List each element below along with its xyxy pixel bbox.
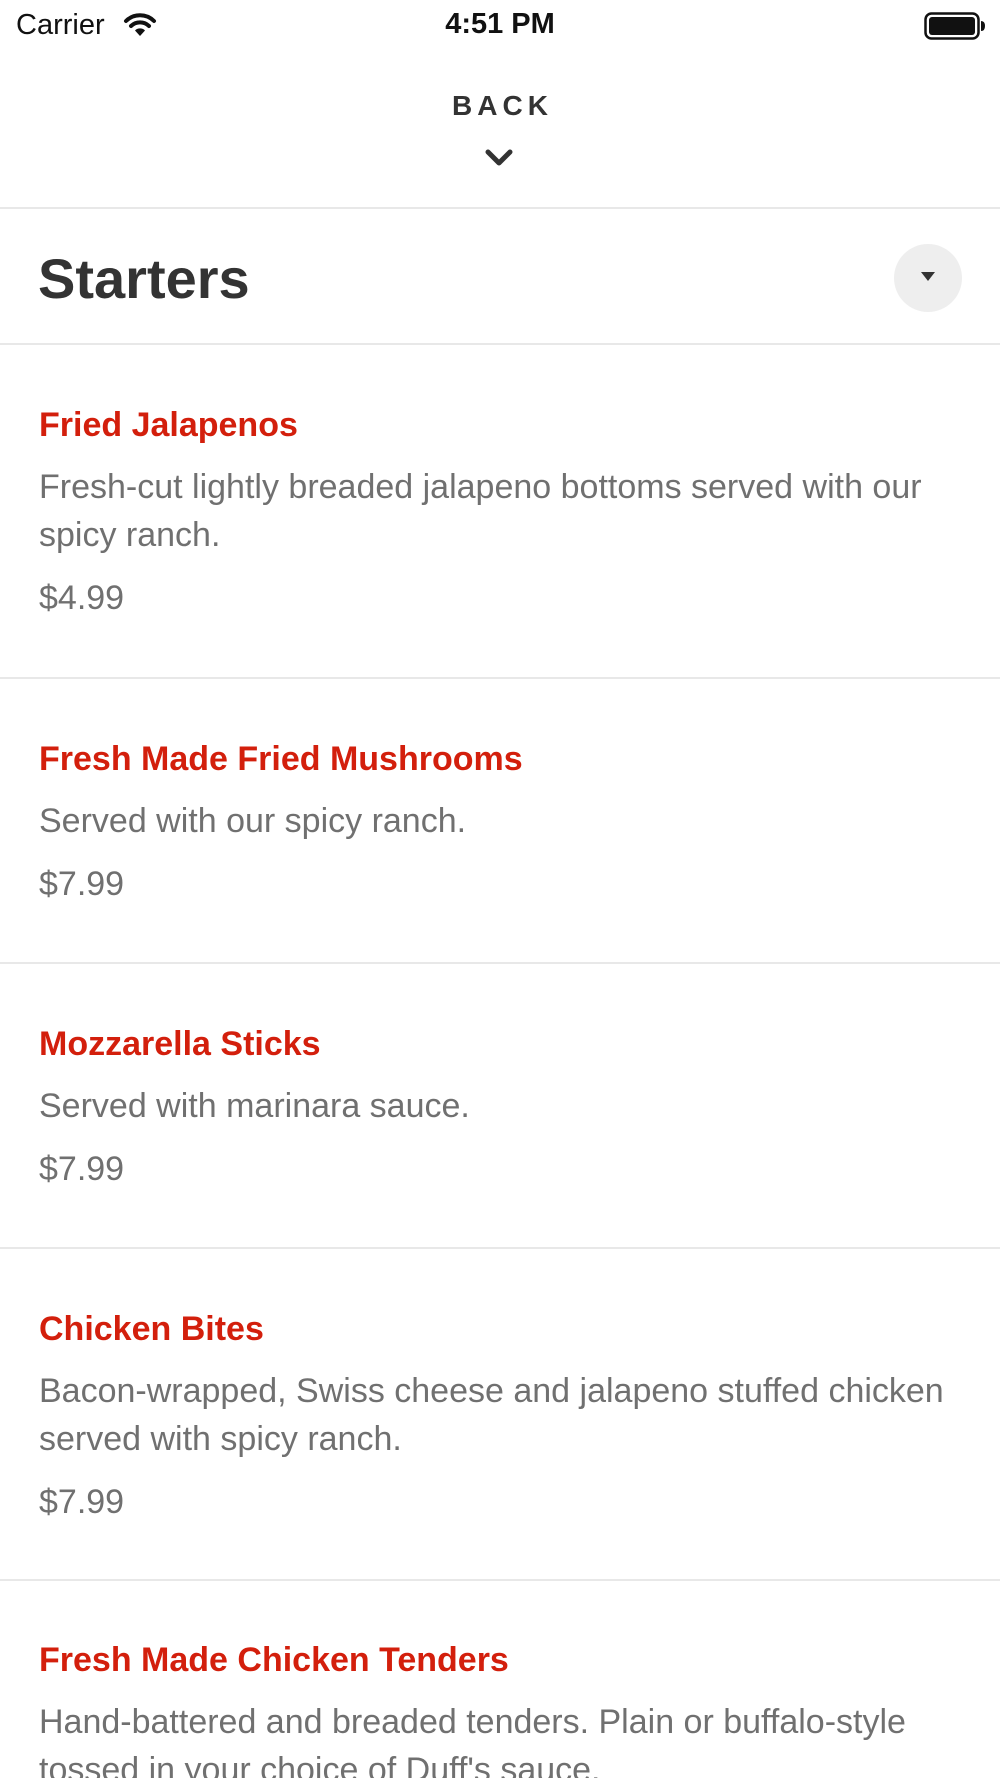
item-description: Served with our spicy ranch. — [39, 802, 467, 840]
item-description: Hand-battered and breaded tenders. Plain… — [39, 1703, 906, 1778]
status-bar: Carrier 4:51 PM — [0, 0, 1000, 52]
header-divider — [0, 207, 1000, 209]
chevron-down-icon — [484, 148, 514, 173]
menu-item[interactable]: Fried Jalapenos Fresh-cut lightly breade… — [0, 344, 1000, 677]
item-price: $7.99 — [39, 1150, 125, 1188]
item-description: Bacon-wrapped, Swiss cheese and jalapeno… — [39, 1372, 944, 1458]
menu-item[interactable]: Chicken Bites Bacon-wrapped, Swiss chees… — [0, 1249, 1000, 1579]
item-price: $7.99 — [39, 865, 125, 903]
back-button[interactable]: BACK — [0, 90, 1000, 176]
item-description: Fresh-cut lightly breaded jalapeno botto… — [39, 468, 922, 554]
clock: 4:51 PM — [445, 8, 555, 40]
back-label: BACK — [452, 90, 553, 121]
item-name: Fresh Made Fried Mushrooms — [39, 740, 523, 778]
menu-item[interactable]: Mozzarella Sticks Served with marinara s… — [0, 964, 1000, 1247]
item-name: Mozzarella Sticks — [39, 1025, 321, 1063]
item-name: Fried Jalapenos — [39, 406, 298, 444]
caret-down-icon — [921, 272, 935, 281]
section-title: Starters — [38, 247, 250, 310]
item-price: $7.99 — [39, 1483, 125, 1521]
menu-item[interactable]: Fresh Made Chicken Tenders Hand-battered… — [0, 1581, 1000, 1778]
item-name: Chicken Bites — [39, 1310, 264, 1348]
battery-icon — [924, 12, 986, 45]
item-description: Served with marinara sauce. — [39, 1087, 470, 1125]
menu-item[interactable]: Fresh Made Fried Mushrooms Served with o… — [0, 679, 1000, 962]
item-name: Fresh Made Chicken Tenders — [39, 1641, 509, 1679]
section-toggle-button[interactable] — [894, 244, 962, 312]
item-price: $4.99 — [39, 579, 125, 617]
